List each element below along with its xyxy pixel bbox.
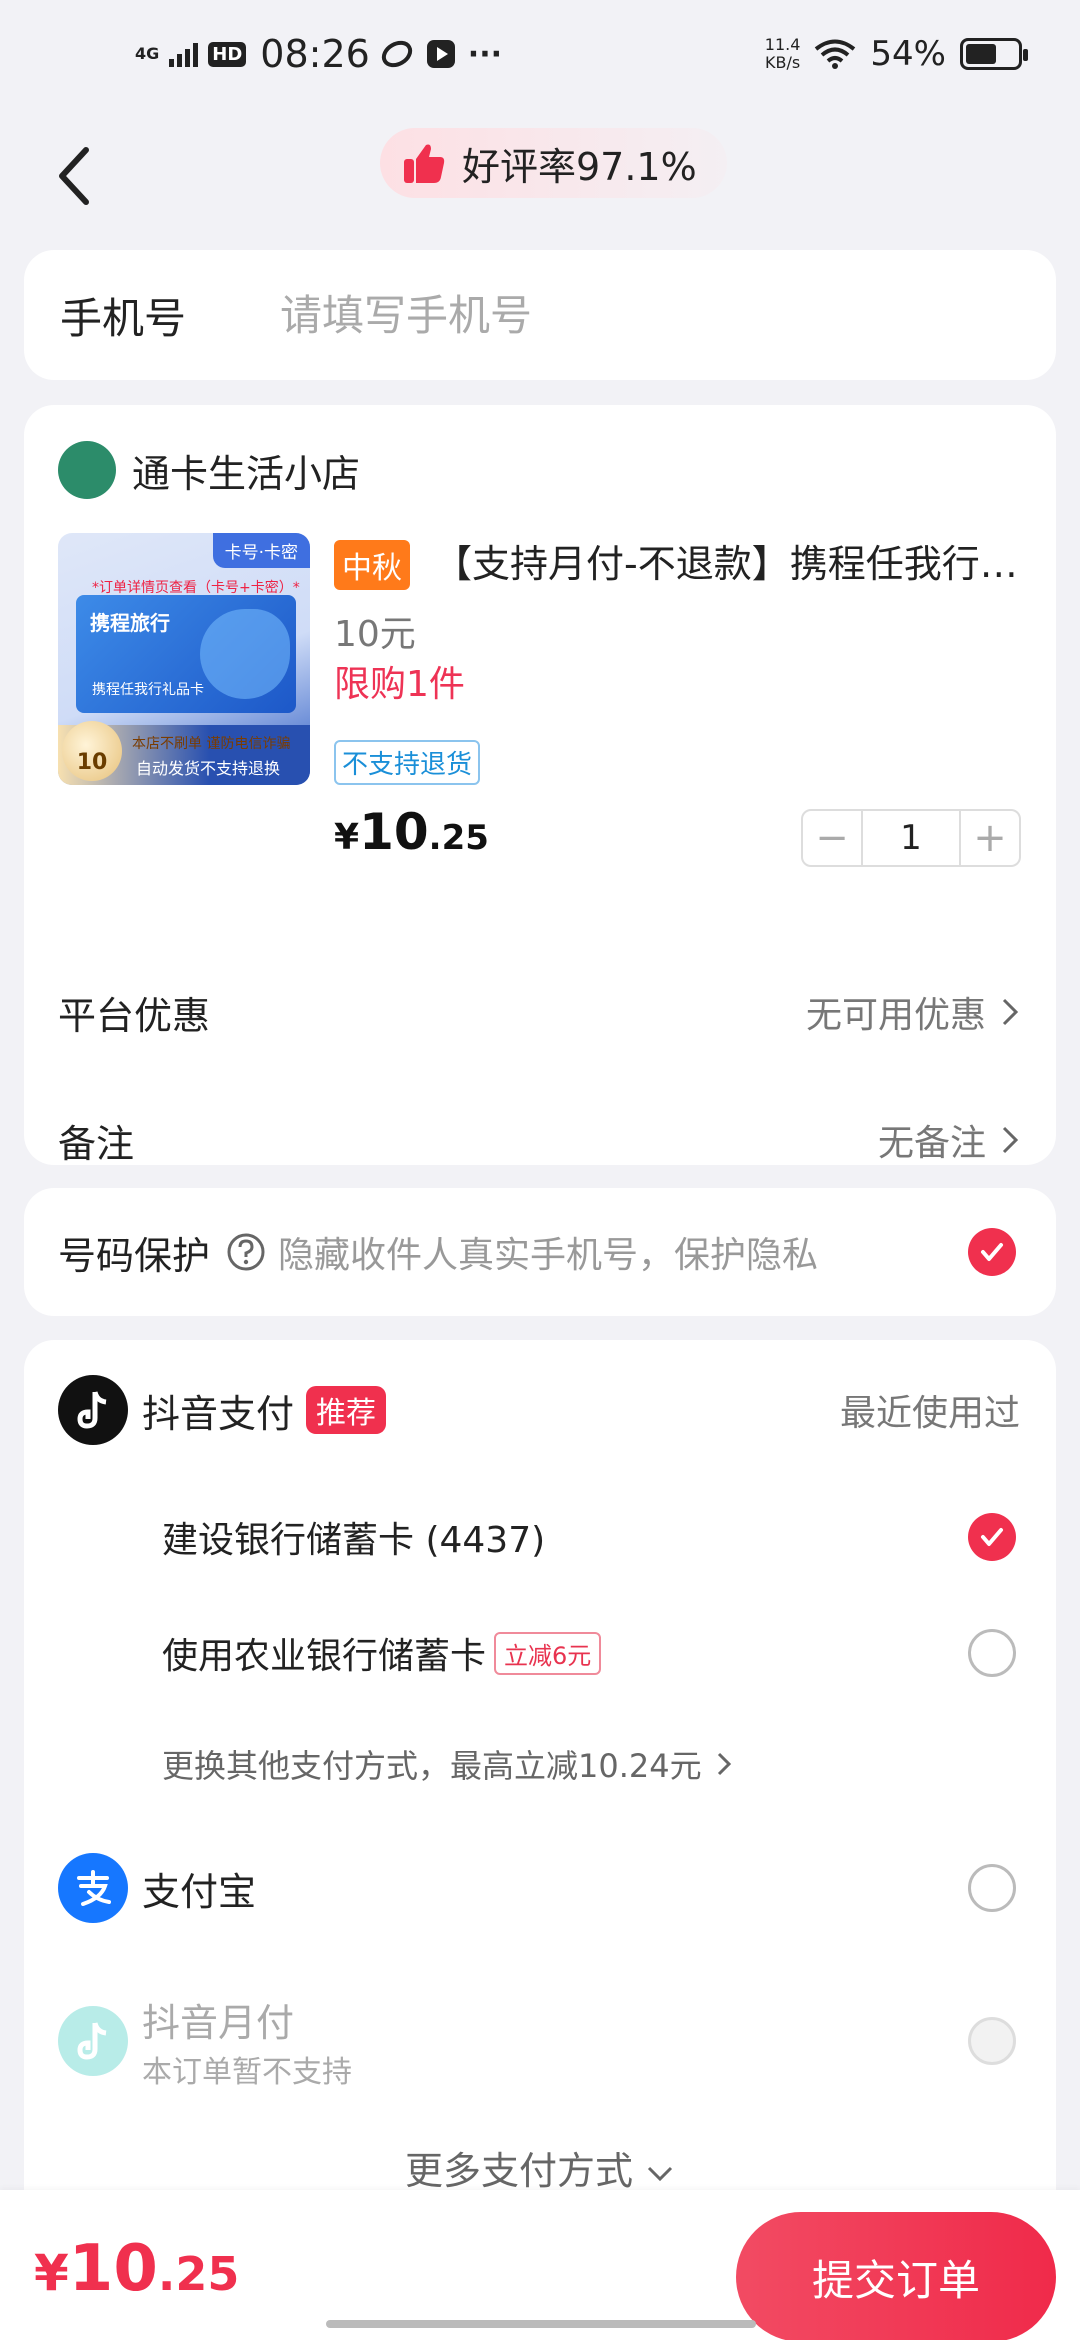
network-speed: 11.4 KB/s bbox=[764, 35, 801, 72]
douyin-logo-icon bbox=[58, 1375, 128, 1445]
total-price: ¥10.25 bbox=[34, 2232, 240, 2306]
checkmark-icon bbox=[981, 1243, 1003, 1261]
monthly-pay-name: 抖音月付 bbox=[142, 2000, 295, 2045]
no-return-tag: 不支持退货 bbox=[334, 740, 481, 785]
alipay-row[interactable]: 支付宝 bbox=[58, 1848, 1056, 1928]
chevron-right-icon bbox=[1002, 1126, 1019, 1154]
other-methods-text: 更换其他支付方式，最高立减10.24元 bbox=[162, 1747, 702, 1785]
phone-label: 手机号 bbox=[60, 293, 187, 343]
monthly-pay-radio bbox=[968, 2017, 1016, 2065]
image-brand: 携程旅行 bbox=[90, 611, 170, 635]
number-protection-card: 号码保护 隐藏收件人真实手机号，保护隐私 bbox=[24, 1188, 1056, 1316]
abc-card-name: 使用农业银行储蓄卡 bbox=[162, 1636, 487, 1677]
battery-percent: 54% bbox=[870, 34, 946, 74]
ccb-card-radio[interactable] bbox=[968, 1513, 1016, 1561]
shop-name: 通卡生活小店 bbox=[132, 451, 361, 496]
image-tag: 卡号·卡密 bbox=[212, 533, 310, 568]
chevron-down-icon bbox=[647, 2166, 673, 2182]
phone-card: 手机号 bbox=[24, 250, 1056, 380]
monthly-pay-unsupported: 本订单暂不支持 bbox=[142, 2054, 352, 2090]
platform-discount-value: 无可用优惠 bbox=[805, 995, 986, 1036]
recommend-tag: 推荐 bbox=[306, 1386, 387, 1434]
alipay-radio[interactable] bbox=[968, 1864, 1016, 1912]
product-image[interactable]: 卡号·卡密 *订单详情页查看（卡号+卡密）* 携程旅行 携程任我行礼品卡 本店不… bbox=[58, 533, 310, 785]
image-banner-2: 自动发货不支持退换 bbox=[136, 759, 281, 778]
product-spec: 10元 bbox=[334, 614, 416, 655]
order-card: 通卡生活小店 卡号·卡密 *订单详情页查看（卡号+卡密）* 携程旅行 携程任我行… bbox=[24, 405, 1056, 1166]
wifi-icon bbox=[815, 39, 856, 69]
hd-icon: HD bbox=[208, 41, 247, 67]
dolphin-icon bbox=[200, 609, 290, 699]
abc-card-radio[interactable] bbox=[968, 1629, 1016, 1677]
note-value: 无备注 bbox=[877, 1123, 986, 1164]
more-notifications: ··· bbox=[467, 36, 502, 72]
quantity-stepper: − 1 + bbox=[801, 809, 1021, 867]
note-row[interactable]: 备注 无备注 bbox=[58, 1100, 1022, 1180]
face-value-coin: 10 bbox=[62, 721, 122, 781]
plus-button[interactable]: + bbox=[961, 811, 1019, 865]
checkmark-icon bbox=[981, 1528, 1003, 1546]
product-limit: 限购1件 bbox=[334, 664, 465, 705]
phone-input[interactable] bbox=[280, 290, 980, 340]
top-nav: 好评率97.1% bbox=[0, 120, 1080, 230]
quantity-value[interactable]: 1 bbox=[861, 811, 961, 865]
product-price: ¥10.25 bbox=[334, 803, 489, 861]
product-title[interactable]: 【支持月付-不退款】携程任我行礼品卡 bbox=[434, 533, 1034, 588]
image-note: *订单详情页查看（卡号+卡密）* bbox=[92, 580, 300, 596]
other-methods-row[interactable]: 更换其他支付方式，最高立减10.24元 bbox=[162, 1724, 1056, 1804]
ccb-card-row[interactable]: 建设银行储蓄卡 (4437) bbox=[162, 1497, 1056, 1577]
note-label: 备注 bbox=[58, 1121, 135, 1166]
submit-order-button[interactable]: 提交订单 bbox=[736, 2212, 1056, 2340]
app-notification-icon bbox=[381, 40, 412, 68]
recently-used-label: 最近使用过 bbox=[839, 1393, 1020, 1434]
image-banner-1: 本店不刷单 谨防电信诈骗 bbox=[132, 736, 291, 752]
minus-button[interactable]: − bbox=[803, 811, 861, 865]
douyin-pay-row[interactable]: 抖音支付 推荐 最近使用过 bbox=[58, 1370, 1056, 1450]
ccb-card-name: 建设银行储蓄卡 (4437) bbox=[162, 1520, 546, 1561]
rating-badge[interactable]: 好评率97.1% bbox=[380, 128, 727, 198]
chevron-right-icon bbox=[1002, 998, 1019, 1026]
abc-card-row[interactable]: 使用农业银行储蓄卡 立减6元 bbox=[162, 1613, 1056, 1693]
back-icon[interactable] bbox=[50, 136, 110, 216]
help-icon[interactable] bbox=[226, 1232, 266, 1272]
more-payment-methods[interactable]: 更多支付方式 bbox=[0, 2140, 1080, 2195]
alipay-name: 支付宝 bbox=[142, 1869, 257, 1914]
alipay-logo-icon bbox=[58, 1853, 128, 1923]
signal-icon bbox=[169, 41, 199, 67]
protection-text: 隐藏收件人真实手机号，保护隐私 bbox=[278, 1235, 819, 1276]
gift-card-graphic: 携程旅行 携程任我行礼品卡 bbox=[76, 595, 296, 713]
rating-text: 好评率97.1% bbox=[462, 144, 697, 189]
battery-icon bbox=[960, 38, 1028, 70]
video-notification-icon bbox=[426, 40, 455, 68]
thumbs-up-icon bbox=[404, 144, 445, 183]
clock: 08:26 bbox=[260, 32, 370, 76]
shop-row[interactable]: 通卡生活小店 bbox=[58, 441, 360, 499]
status-bar: 4G HD 08:26 ··· 11.4 KB/s 54% bbox=[0, 0, 1080, 120]
home-indicator[interactable] bbox=[326, 2320, 756, 2328]
network-type: 4G bbox=[135, 44, 160, 63]
chevron-right-icon bbox=[717, 1752, 731, 1776]
platform-discount-row[interactable]: 平台优惠 无可用优惠 bbox=[58, 972, 1022, 1052]
promo-tag: 中秋 bbox=[334, 540, 410, 590]
abc-discount-tag: 立减6元 bbox=[494, 1631, 602, 1675]
battery-level bbox=[966, 44, 997, 64]
face-value: 10 bbox=[76, 750, 108, 775]
bottom-bar: ¥10.25 提交订单 bbox=[0, 2190, 1080, 2340]
protection-checkbox[interactable] bbox=[968, 1228, 1016, 1276]
shop-avatar bbox=[58, 441, 116, 499]
monthly-pay-logo-icon bbox=[58, 2006, 128, 2076]
monthly-pay-row: 抖音月付 本订单暂不支持 bbox=[58, 1986, 1056, 2096]
protection-label: 号码保护 bbox=[58, 1233, 211, 1278]
image-sub: 携程任我行礼品卡 bbox=[92, 682, 204, 698]
platform-discount-label: 平台优惠 bbox=[58, 993, 211, 1038]
douyin-pay-name: 抖音支付 bbox=[142, 1391, 295, 1436]
